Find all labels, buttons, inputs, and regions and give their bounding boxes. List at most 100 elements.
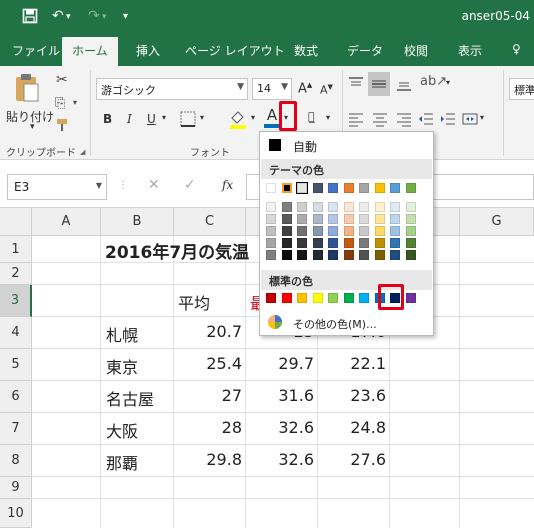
theme-color-swatch[interactable] xyxy=(312,183,323,193)
merge-center-icon[interactable] xyxy=(462,111,478,127)
standard-color-swatch[interactable] xyxy=(328,293,338,303)
font-name-combo[interactable]: 游ゴシック ▼ xyxy=(96,78,248,100)
decrease-indent-icon[interactable] xyxy=(418,111,434,127)
theme-color-swatch[interactable] xyxy=(374,183,385,193)
tab-review[interactable]: 校閲 xyxy=(404,42,428,59)
theme-shade-swatch[interactable] xyxy=(390,226,400,236)
format-painter-icon[interactable] xyxy=(55,118,71,132)
theme-shade-swatch[interactable] xyxy=(281,250,292,260)
theme-shade-swatch[interactable] xyxy=(266,250,276,260)
theme-shade-swatch[interactable] xyxy=(328,226,338,236)
column-header[interactable]: B xyxy=(101,208,174,236)
standard-color-swatch[interactable] xyxy=(281,293,292,303)
theme-shade-swatch[interactable] xyxy=(390,238,400,248)
name-box[interactable]: E3 ▼ xyxy=(7,174,107,200)
clipboard-launcher-icon[interactable]: ◢ xyxy=(80,148,85,156)
orientation-dropdown-icon[interactable]: ▾ xyxy=(446,78,450,87)
border-dropdown-icon[interactable]: ▾ xyxy=(200,113,204,122)
theme-shade-swatch[interactable] xyxy=(359,238,369,248)
tab-page-layout[interactable]: ページ レイアウト xyxy=(185,42,285,59)
theme-shade-swatch[interactable] xyxy=(266,238,276,248)
row-header-selected[interactable]: 3 xyxy=(0,285,32,317)
tell-me-icon[interactable]: ♀ xyxy=(512,42,521,56)
middle-align-icon[interactable] xyxy=(368,72,390,96)
underline-button[interactable]: U xyxy=(147,112,156,126)
min-cell[interactable]: 27.6 xyxy=(318,450,386,469)
phonetic-icon[interactable]: ア̲ xyxy=(308,110,315,123)
avg-cell[interactable]: 29.8 xyxy=(174,450,242,469)
theme-shade-swatch[interactable] xyxy=(297,202,307,212)
align-right-icon[interactable] xyxy=(396,111,412,127)
paste-icon[interactable] xyxy=(12,72,42,102)
cut-icon[interactable]: ✂ xyxy=(56,72,68,88)
row-header[interactable]: 10 xyxy=(0,499,32,528)
row-header[interactable]: 2 xyxy=(0,263,32,285)
column-header[interactable]: G xyxy=(460,208,534,236)
redo-icon[interactable]: ↷ xyxy=(88,8,100,24)
theme-shade-swatch[interactable] xyxy=(343,238,354,248)
tab-home[interactable]: ホーム xyxy=(62,37,118,66)
theme-shade-swatch[interactable] xyxy=(266,202,276,212)
theme-shade-swatch[interactable] xyxy=(328,214,338,224)
orientation-icon[interactable]: ab↗ xyxy=(420,74,447,89)
theme-shade-swatch[interactable] xyxy=(374,238,385,248)
theme-shade-swatch[interactable] xyxy=(281,214,292,224)
theme-shade-swatch[interactable] xyxy=(312,250,323,260)
align-left-icon[interactable] xyxy=(348,111,364,127)
row-header[interactable]: 1 xyxy=(0,236,32,263)
customize-qat-icon[interactable]: ▾ xyxy=(123,11,128,22)
theme-shade-swatch[interactable] xyxy=(390,202,400,212)
tab-view[interactable]: 表示 xyxy=(458,42,482,59)
theme-shade-swatch[interactable] xyxy=(281,226,292,236)
max-cell[interactable]: 32.6 xyxy=(246,418,314,437)
merge-dropdown-icon[interactable]: ▾ xyxy=(480,113,484,122)
theme-shade-swatch[interactable] xyxy=(374,250,385,260)
redo-dropdown-icon[interactable]: ▾ xyxy=(102,12,107,22)
header-avg-cell[interactable]: 平均 xyxy=(178,290,210,314)
theme-shade-swatch[interactable] xyxy=(405,214,416,224)
standard-color-swatch[interactable] xyxy=(405,293,416,303)
cancel-icon[interactable]: ✕ xyxy=(148,177,160,193)
enter-icon[interactable]: ✓ xyxy=(184,177,196,193)
min-cell[interactable]: 23.6 xyxy=(318,386,386,405)
increase-indent-icon[interactable] xyxy=(440,111,456,127)
fill-color-icon[interactable] xyxy=(228,108,248,130)
theme-shade-swatch[interactable] xyxy=(312,226,323,236)
sheet-title-cell[interactable]: 2016年7月の気温 xyxy=(105,238,260,263)
theme-color-swatch[interactable] xyxy=(328,183,338,193)
standard-color-swatch[interactable] xyxy=(266,293,276,303)
theme-shade-swatch[interactable] xyxy=(343,202,354,212)
city-cell[interactable]: 大阪 xyxy=(106,418,138,442)
paste-dropdown-icon[interactable]: ▾ xyxy=(30,122,35,132)
grow-font-button[interactable]: A▲ xyxy=(298,81,312,96)
min-cell[interactable]: 22.1 xyxy=(318,354,386,373)
theme-shade-swatch[interactable] xyxy=(297,238,307,248)
max-cell[interactable]: 31.6 xyxy=(246,386,314,405)
border-icon[interactable] xyxy=(180,111,196,127)
theme-color-swatch[interactable] xyxy=(359,183,369,193)
avg-cell[interactable]: 25.4 xyxy=(174,354,242,373)
theme-shade-swatch[interactable] xyxy=(390,214,400,224)
city-cell[interactable]: 那覇 xyxy=(106,450,138,474)
theme-shade-swatch[interactable] xyxy=(405,202,416,212)
theme-shade-swatch[interactable] xyxy=(359,226,369,236)
align-center-icon[interactable] xyxy=(372,111,388,127)
theme-shade-swatch[interactable] xyxy=(328,202,338,212)
theme-color-swatch[interactable] xyxy=(405,183,416,193)
standard-color-swatch[interactable] xyxy=(343,293,354,303)
row-header[interactable]: 7 xyxy=(0,413,32,445)
city-cell[interactable]: 名古屋 xyxy=(106,386,154,410)
theme-color-swatch[interactable] xyxy=(390,183,400,193)
row-header[interactable]: 6 xyxy=(0,381,32,413)
row-header[interactable]: 5 xyxy=(0,349,32,381)
theme-shade-swatch[interactable] xyxy=(281,238,292,248)
row-header[interactable]: 8 xyxy=(0,445,32,477)
theme-shade-swatch[interactable] xyxy=(343,226,354,236)
underline-dropdown-icon[interactable]: ▾ xyxy=(162,113,166,122)
theme-shade-swatch[interactable] xyxy=(312,202,323,212)
standard-color-swatch[interactable] xyxy=(297,293,307,303)
undo-dropdown-icon[interactable]: ▾ xyxy=(66,12,71,22)
theme-color-swatch[interactable] xyxy=(266,183,276,193)
theme-shade-swatch[interactable] xyxy=(359,250,369,260)
city-cell[interactable]: 札幌 xyxy=(106,322,138,346)
